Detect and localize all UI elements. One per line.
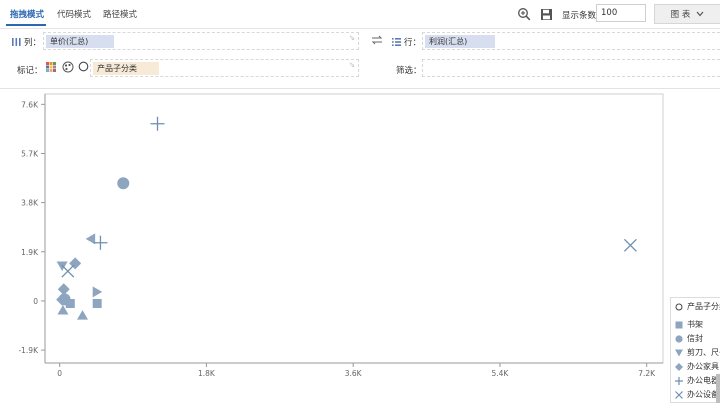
- columns-shelf[interactable]: 单价(汇总) ⬂: [43, 32, 359, 50]
- marks-shelf-label: 标记：: [17, 66, 43, 76]
- top-toolbar: 拖拽模式 代码模式 路径模式 显示条数 图 表: [0, 0, 720, 29]
- chart-button-label: 图 表: [670, 10, 691, 20]
- y-tick-label: 7.6K: [21, 100, 39, 109]
- chart-area: -1.9K 0 1.9K 3.8K 5.7K 7.6K 0 1.8K 3.6K 5.4K 7.2K: [0, 88, 720, 404]
- cross-marker-icon: [675, 390, 683, 399]
- scatter-chart: -1.9K 0 1.9K 3.8K 5.7K 7.6K 0 1.8K 3.6K 5.4K 7.2K: [18, 93, 664, 378]
- legend-title: 产品子分类: [675, 301, 720, 312]
- filter-shelf[interactable]: [422, 59, 720, 77]
- shape-circle-icon[interactable]: [78, 61, 89, 74]
- resize-icon: ⬂: [349, 61, 355, 69]
- data-point-cross: [623, 238, 637, 252]
- legend-item-furniture[interactable]: 办公家具: [675, 361, 719, 372]
- columns-pill[interactable]: 单价(汇总): [46, 35, 114, 48]
- rows-shelf[interactable]: 利润(汇总): [422, 32, 720, 50]
- data-point-square: [92, 299, 102, 309]
- data-point-plus: [150, 116, 165, 131]
- x-tick-label: 5.4K: [492, 369, 510, 378]
- data-point-circle: [117, 177, 130, 190]
- legend-item-equipment[interactable]: 办公设备: [675, 389, 719, 400]
- tab-path-mode[interactable]: 路径模式: [103, 8, 137, 20]
- y-tick-label: 3.8K: [21, 199, 39, 208]
- legend-item-appliance[interactable]: 办公电器: [675, 375, 719, 386]
- data-point-triangle-right: [92, 286, 103, 298]
- chart-type-button[interactable]: 图 表: [654, 4, 720, 24]
- tab-code-mode[interactable]: 代码模式: [57, 8, 91, 20]
- data-point-triangle-up: [77, 310, 89, 320]
- resize-icon: ⬂: [349, 34, 355, 42]
- plus-marker-icon: [675, 376, 683, 385]
- zoom-in-icon[interactable]: [516, 6, 532, 22]
- columns-icon: [12, 38, 21, 46]
- save-icon[interactable]: [538, 6, 554, 22]
- legend-scrollbar[interactable]: [716, 374, 720, 403]
- data-point-cross: [61, 264, 75, 278]
- legend-item-bookshelf[interactable]: 书架: [675, 319, 703, 330]
- y-tick-label: 1.9K: [21, 248, 39, 257]
- marks-pill[interactable]: 产品子分类: [93, 62, 159, 75]
- marks-shelf[interactable]: 产品子分类 ⬂: [90, 59, 359, 77]
- legend-item-scissors[interactable]: 剪刀、尺子: [675, 347, 720, 358]
- legend: 产品子分类 书架 信封 剪刀、尺子 办公家具 办公电器 办公设备: [670, 297, 720, 403]
- rows-icon: [392, 38, 401, 46]
- plot-frame: [44, 93, 664, 364]
- data-point-square: [65, 299, 75, 309]
- data-point-plus: [93, 235, 108, 250]
- triangle-down-marker-icon: [675, 349, 683, 356]
- rows-shelf-label: 行：: [392, 36, 421, 48]
- x-tick-label: 3.6K: [345, 369, 363, 378]
- tab-drag-mode[interactable]: 拖拽模式: [10, 8, 44, 20]
- chevron-down-icon: [696, 11, 704, 17]
- x-tick-label: 1.8K: [198, 369, 216, 378]
- swap-icon[interactable]: [371, 34, 383, 48]
- rows-pill[interactable]: 利润(汇总): [425, 35, 495, 48]
- x-tick-label: 7.2K: [638, 369, 656, 378]
- circle-marker-icon: [675, 334, 683, 343]
- y-tick-label: -1.9K: [18, 346, 39, 355]
- columns-shelf-label: 列：: [12, 36, 41, 48]
- row-count-label: 显示条数: [562, 11, 597, 21]
- row-count-input[interactable]: [596, 4, 646, 22]
- palette-icon[interactable]: [62, 61, 74, 75]
- active-tab-indicator: [6, 24, 46, 26]
- y-tick-label: 0: [33, 297, 38, 306]
- legend-item-envelope[interactable]: 信封: [675, 333, 703, 344]
- square-marker-icon: [675, 321, 683, 328]
- diamond-marker-icon: [675, 362, 683, 371]
- color-grid-icon[interactable]: [46, 62, 56, 74]
- x-tick-label: 0: [57, 369, 62, 378]
- y-tick-label: 5.7K: [21, 149, 39, 158]
- filter-shelf-label: 筛选：: [396, 66, 422, 76]
